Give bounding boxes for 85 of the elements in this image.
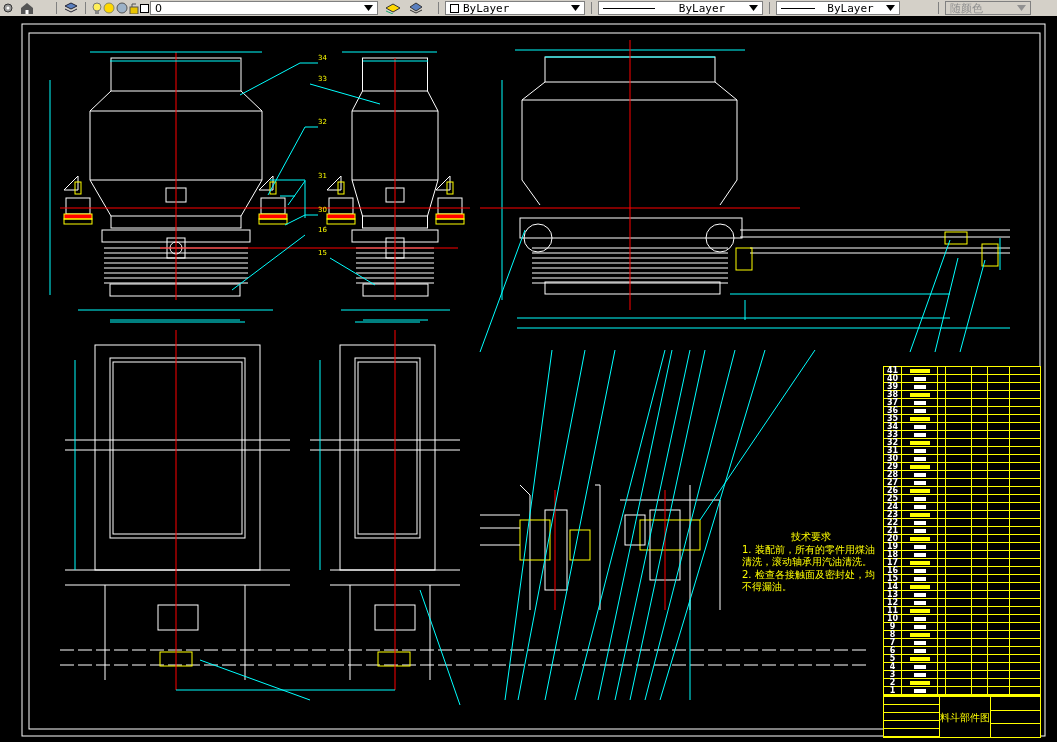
item-number-cell: 13 (884, 591, 902, 598)
home-icon[interactable] (20, 2, 34, 14)
line-sample-icon (603, 7, 655, 9)
dropdown-field[interactable]: ByLayer (776, 1, 900, 15)
blurred-text-bar (913, 576, 926, 581)
blurred-text-bar (913, 600, 926, 605)
blurred-text-bar (913, 520, 926, 525)
item-number-cell: 35 (884, 415, 902, 422)
item-number-cell: 25 (884, 495, 902, 502)
item-number-cell: 19 (884, 543, 902, 550)
item-number-cell: 37 (884, 399, 902, 406)
item-number-cell: 34 (884, 423, 902, 430)
blurred-text-bar (913, 640, 926, 645)
item-number-cell: 33 (884, 431, 902, 438)
blurred-text-bar (913, 472, 926, 477)
item-number-cell: 12 (884, 599, 902, 606)
item-number-cell: 18 (884, 551, 902, 558)
blurred-text-bar (913, 624, 926, 629)
color-swatch-icon[interactable] (140, 3, 149, 13)
item-number-cell: 17 (884, 559, 902, 566)
item-number-cell: 39 (884, 383, 902, 390)
item-number-cell: 23 (884, 511, 902, 518)
item-number-cell: 41 (884, 367, 902, 374)
line-sample-icon (781, 7, 815, 9)
dropdown-caret-icon[interactable] (749, 5, 758, 11)
item-number-cell: 40 (884, 375, 902, 382)
blurred-text-bar (913, 400, 926, 405)
blurred-text-bar (913, 432, 926, 437)
blurred-text-bar (913, 544, 926, 549)
linetype-value: ByLayer (677, 2, 727, 14)
blurred-text-bar (913, 504, 926, 509)
lightbulb-icon[interactable] (92, 2, 102, 14)
blurred-text-bar (913, 408, 926, 413)
blurred-text-bar (913, 616, 926, 621)
item-number-cell: 28 (884, 471, 902, 478)
plot-style-value: 随颜色 (950, 2, 984, 14)
item-number-cell: 29 (884, 463, 902, 470)
item-number-cell: 30 (884, 455, 902, 462)
drawing-title: 料斗部件图 (940, 710, 990, 725)
blurred-text-bar (913, 592, 926, 597)
layer-name: 0 (155, 2, 163, 14)
item-number-cell: 38 (884, 391, 902, 398)
layers-icon[interactable] (63, 2, 79, 14)
dropdown-field[interactable]: ByLayer (445, 1, 585, 15)
dropdown-field[interactable]: ByLayer (598, 1, 763, 15)
dropdown-caret-icon[interactable] (364, 5, 373, 11)
color-swatch-icon (450, 3, 459, 13)
note-text: 2. 检查各接触面及密封处，均不得漏油。 (742, 569, 876, 593)
blurred-text-bar (913, 552, 926, 557)
item-number-cell: 14 (884, 583, 902, 590)
blurred-text-bar (913, 424, 926, 429)
blurred-text-bar (913, 568, 926, 573)
item-number-cell: 22 (884, 519, 902, 526)
dropdown-field[interactable]: 0 (150, 1, 378, 15)
note-text: 1. 装配前，所有的零件用煤油清洗，滚动轴承用汽油清洗。 (742, 544, 876, 568)
blurred-text-bar (913, 456, 926, 461)
blurred-text-bar (913, 664, 926, 669)
blurred-text-bar (913, 496, 926, 501)
blurred-text-bar (913, 376, 926, 381)
item-number-cell: 36 (884, 407, 902, 414)
blurred-text-bar (913, 672, 926, 677)
dropdown-caret-icon[interactable] (571, 5, 580, 11)
blurred-text-bar (913, 688, 926, 693)
blurred-text-bar (913, 384, 926, 389)
blurred-text-bar (913, 448, 926, 453)
layer-stack-icon[interactable] (408, 2, 424, 14)
blurred-text-bar (913, 528, 926, 533)
blurred-text-bar (913, 648, 926, 653)
item-number-cell: 16 (884, 567, 902, 574)
dropdown-caret-icon[interactable] (886, 5, 895, 11)
item-number-cell: 27 (884, 479, 902, 486)
blurred-text-bar (913, 480, 926, 485)
item-number-cell: 21 (884, 527, 902, 534)
item-number-cell: 32 (884, 439, 902, 446)
item-number-cell: 11 (884, 607, 902, 614)
item-number-cell: 31 (884, 447, 902, 454)
lineweight-value: ByLayer (826, 2, 875, 14)
layer-stack-icon[interactable] (384, 2, 402, 14)
notes-heading: 技术要求 (791, 531, 831, 543)
item-number-cell: 24 (884, 503, 902, 510)
item-number-cell: 15 (884, 575, 902, 582)
item-number-cell: 20 (884, 535, 902, 542)
item-number-cell: 26 (884, 487, 902, 494)
item-number-cell: 10 (884, 615, 902, 622)
color-value: ByLayer (463, 2, 511, 14)
